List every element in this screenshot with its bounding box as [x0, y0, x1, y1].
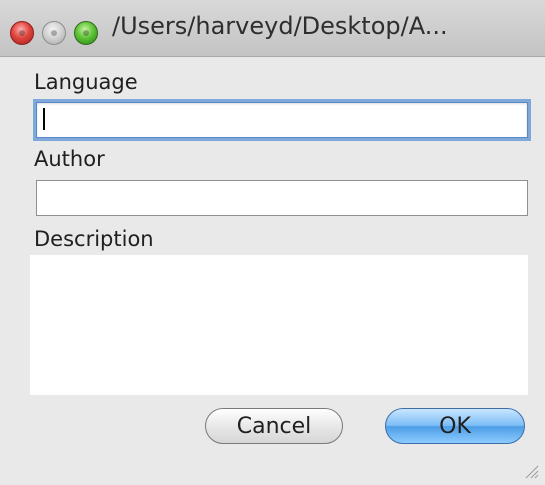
cancel-button[interactable]: Cancel	[205, 408, 343, 444]
author-input[interactable]	[36, 180, 528, 216]
description-textarea[interactable]	[30, 255, 528, 395]
dialog-window: /Users/harveyd/Desktop/A... Language Aut…	[0, 0, 545, 485]
language-label: Language	[34, 70, 138, 94]
close-icon[interactable]	[10, 21, 34, 45]
window-title: /Users/harveyd/Desktop/A...	[112, 12, 448, 40]
description-label: Description	[34, 227, 154, 251]
text-caret	[43, 108, 45, 130]
ok-button-label: OK	[439, 413, 471, 439]
minimize-icon-dot	[51, 30, 57, 36]
cancel-button-label: Cancel	[236, 413, 312, 439]
resize-grip-icon[interactable]	[523, 463, 539, 479]
minimize-icon[interactable]	[42, 21, 66, 45]
title-bar[interactable]: /Users/harveyd/Desktop/A...	[0, 0, 545, 57]
language-input[interactable]	[36, 102, 528, 138]
close-icon-dot	[19, 30, 25, 36]
zoom-icon-dot	[83, 30, 89, 36]
ok-button[interactable]: OK	[385, 408, 525, 444]
author-label: Author	[34, 147, 105, 171]
zoom-icon[interactable]	[74, 21, 98, 45]
